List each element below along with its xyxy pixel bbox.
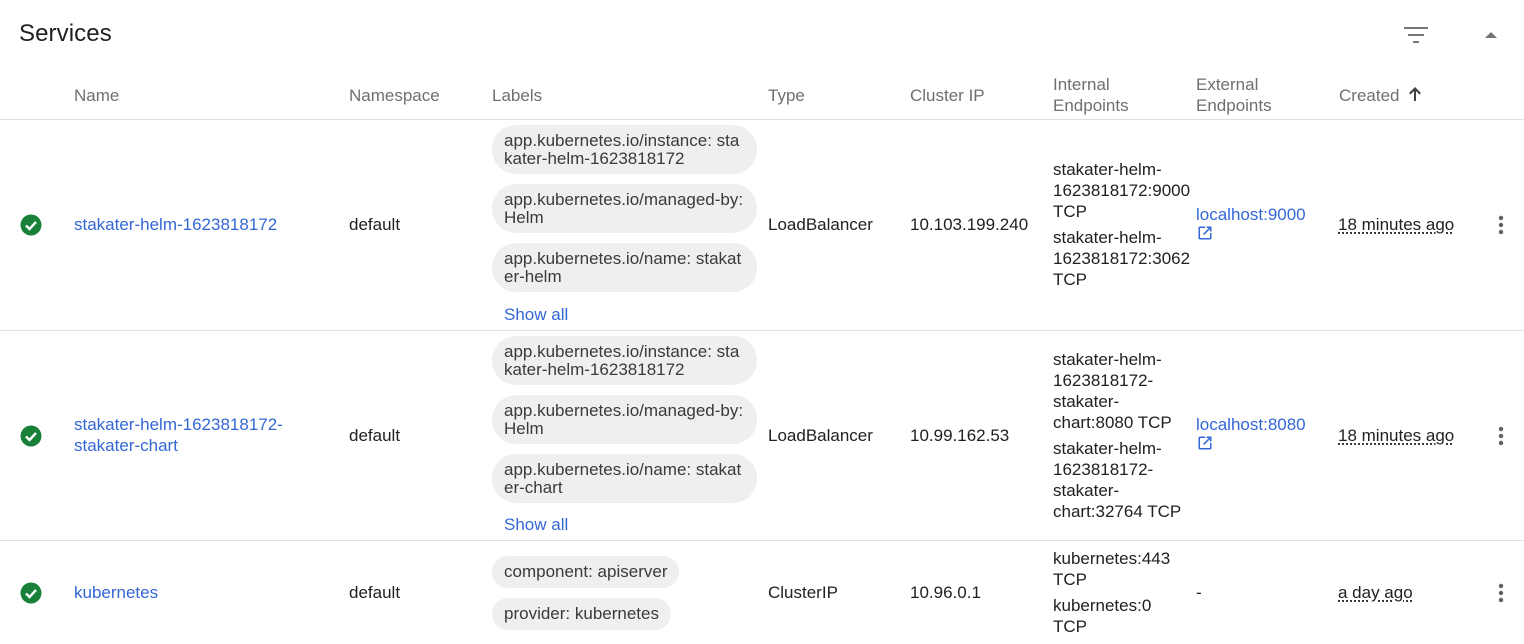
endpoint-line: chart:32764 TCP: [1053, 502, 1182, 521]
check-circle-icon: [20, 425, 42, 447]
show-all-link[interactable]: Show all: [504, 304, 568, 325]
column-header-created-label: Created: [1339, 86, 1400, 105]
service-name-link[interactable]: stakater-helm-1623818172: [74, 214, 277, 235]
show-all-link[interactable]: Show all: [504, 514, 568, 535]
service-name-line: stakater-chart: [74, 436, 178, 455]
column-header-external-endpoints: External Endpoints: [1196, 74, 1272, 116]
column-header-namespace[interactable]: Namespace: [349, 85, 440, 106]
column-header-external-endpoints-line1: External: [1196, 75, 1259, 94]
endpoint-line: 1623818172:3062: [1053, 249, 1191, 268]
column-header-external-endpoints-line2: Endpoints: [1196, 96, 1272, 115]
namespace-cell: default: [349, 215, 401, 234]
row-divider: [0, 330, 1524, 331]
label-chip: app.kubernetes.io/name: stakater-helm: [492, 243, 757, 292]
label-chip: app.kubernetes.io/instance: stakater-hel…: [492, 125, 757, 174]
chevron-up-icon[interactable]: [1484, 30, 1498, 40]
internal-endpoint: kubernetes:0 TCP: [1053, 595, 1192, 637]
endpoint-line: 1623818172-: [1053, 460, 1154, 479]
open-in-new-icon[interactable]: [1197, 435, 1213, 451]
label-chip: provider: kubernetes: [492, 598, 671, 630]
service-name-link[interactable]: kubernetes: [74, 582, 158, 603]
external-endpoint-empty: -: [1196, 583, 1202, 602]
check-circle-icon: [20, 214, 42, 236]
open-in-new-icon[interactable]: [1197, 225, 1213, 241]
endpoint-line: stakater-helm-: [1053, 160, 1162, 179]
cluster-ip-cell: 10.103.199.240: [910, 215, 1029, 234]
internal-endpoint: kubernetes:443 TCP: [1053, 548, 1192, 590]
created-time: a day ago: [1338, 583, 1413, 602]
cluster-ip-cell: 10.96.0.1: [910, 583, 981, 602]
service-name-line: stakater-helm-1623818172-: [74, 415, 283, 434]
label-chip: app.kubernetes.io/instance: stakater-hel…: [492, 336, 757, 385]
endpoint-line: stakater-: [1053, 392, 1120, 411]
endpoint-line: kubernetes:0: [1053, 596, 1152, 615]
more-vert-icon[interactable]: [1491, 212, 1511, 238]
column-header-internal-endpoints-line2: Endpoints: [1053, 96, 1129, 115]
endpoint-line: chart:8080 TCP: [1053, 413, 1172, 432]
label-chip: app.kubernetes.io/managed-by: Helm: [492, 184, 757, 233]
internal-endpoints-cell: stakater-helm- 1623818172:9000 TCP staka…: [1053, 159, 1192, 295]
external-endpoint-link[interactable]: localhost:8080: [1196, 414, 1306, 435]
endpoint-line: 1623818172-: [1053, 371, 1154, 390]
column-header-created[interactable]: Created: [1339, 85, 1422, 106]
namespace-cell: default: [349, 426, 401, 445]
internal-endpoint: stakater-helm- 1623818172- stakater- cha…: [1053, 438, 1192, 522]
column-header-cluster-ip[interactable]: Cluster IP: [910, 85, 985, 106]
column-header-labels: Labels: [492, 86, 543, 105]
filter-icon[interactable]: [1404, 26, 1428, 46]
column-header-name[interactable]: Name: [74, 85, 119, 106]
more-vert-icon[interactable]: [1491, 580, 1511, 606]
created-time: 18 minutes ago: [1338, 426, 1455, 445]
external-endpoint-link[interactable]: localhost:9000: [1196, 204, 1306, 225]
services-card: Services Name Namespace Labels Type Clus…: [0, 0, 1524, 644]
label-chip: component: apiserver: [492, 556, 680, 588]
created-time: 18 minutes ago: [1338, 215, 1455, 234]
label-chip: app.kubernetes.io/managed-by: Helm: [492, 395, 757, 444]
type-cell: LoadBalancer: [768, 426, 873, 445]
label-chip: app.kubernetes.io/name: stakater-chart: [492, 454, 757, 503]
endpoint-line: TCP: [1053, 270, 1087, 289]
endpoint-line: TCP: [1053, 202, 1087, 221]
type-cell: ClusterIP: [768, 583, 838, 602]
row-divider: [0, 540, 1524, 541]
more-vert-icon[interactable]: [1491, 423, 1511, 449]
service-name-link[interactable]: stakater-helm-1623818172- stakater-chart: [74, 414, 283, 456]
internal-endpoints-cell: stakater-helm- 1623818172- stakater- cha…: [1053, 349, 1192, 527]
check-circle-icon: [20, 582, 42, 604]
header-divider: [0, 119, 1524, 120]
internal-endpoint: stakater-helm- 1623818172- stakater- cha…: [1053, 349, 1192, 433]
namespace-cell: default: [349, 583, 401, 602]
endpoint-line: stakater-: [1053, 481, 1120, 500]
arrow-up-icon: [1409, 87, 1422, 101]
type-cell: LoadBalancer: [768, 215, 873, 234]
endpoint-line: stakater-helm-: [1053, 439, 1162, 458]
endpoint-line: stakater-helm-: [1053, 228, 1162, 247]
cluster-ip-cell: 10.99.162.53: [910, 426, 1010, 445]
column-header-internal-endpoints-line1: Internal: [1053, 75, 1110, 94]
endpoint-line: TCP: [1053, 570, 1087, 589]
endpoint-line: stakater-helm-: [1053, 350, 1162, 369]
internal-endpoint: stakater-helm- 1623818172:3062 TCP: [1053, 227, 1192, 290]
column-header-internal-endpoints: Internal Endpoints: [1053, 74, 1129, 116]
internal-endpoints-cell: kubernetes:443 TCP kubernetes:0 TCP: [1053, 548, 1192, 642]
endpoint-line: kubernetes:443: [1053, 549, 1171, 568]
endpoint-line: TCP: [1053, 617, 1087, 636]
card-title: Services: [19, 20, 112, 47]
endpoint-line: 1623818172:9000: [1053, 181, 1191, 200]
column-header-type[interactable]: Type: [768, 85, 805, 106]
internal-endpoint: stakater-helm- 1623818172:9000 TCP: [1053, 159, 1192, 222]
